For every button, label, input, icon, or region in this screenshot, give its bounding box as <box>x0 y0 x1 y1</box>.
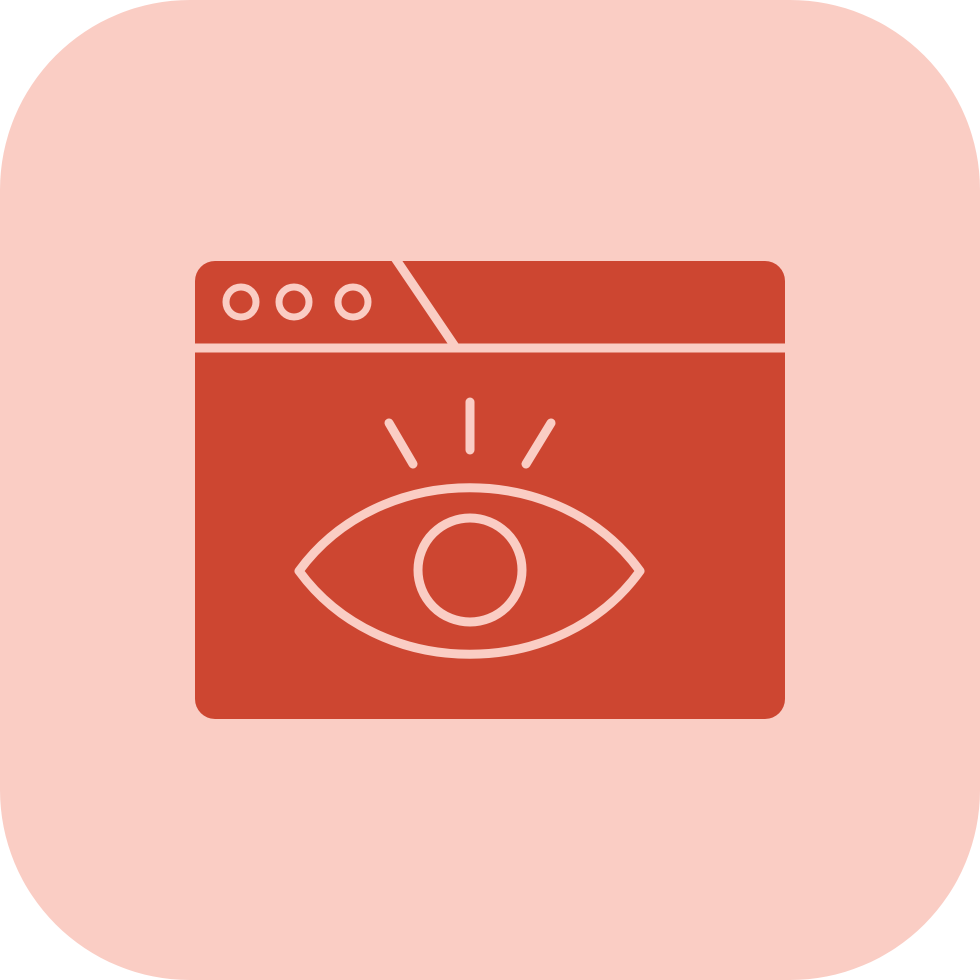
app-icon-tile <box>0 0 980 980</box>
browser-eye-icon <box>195 253 785 719</box>
